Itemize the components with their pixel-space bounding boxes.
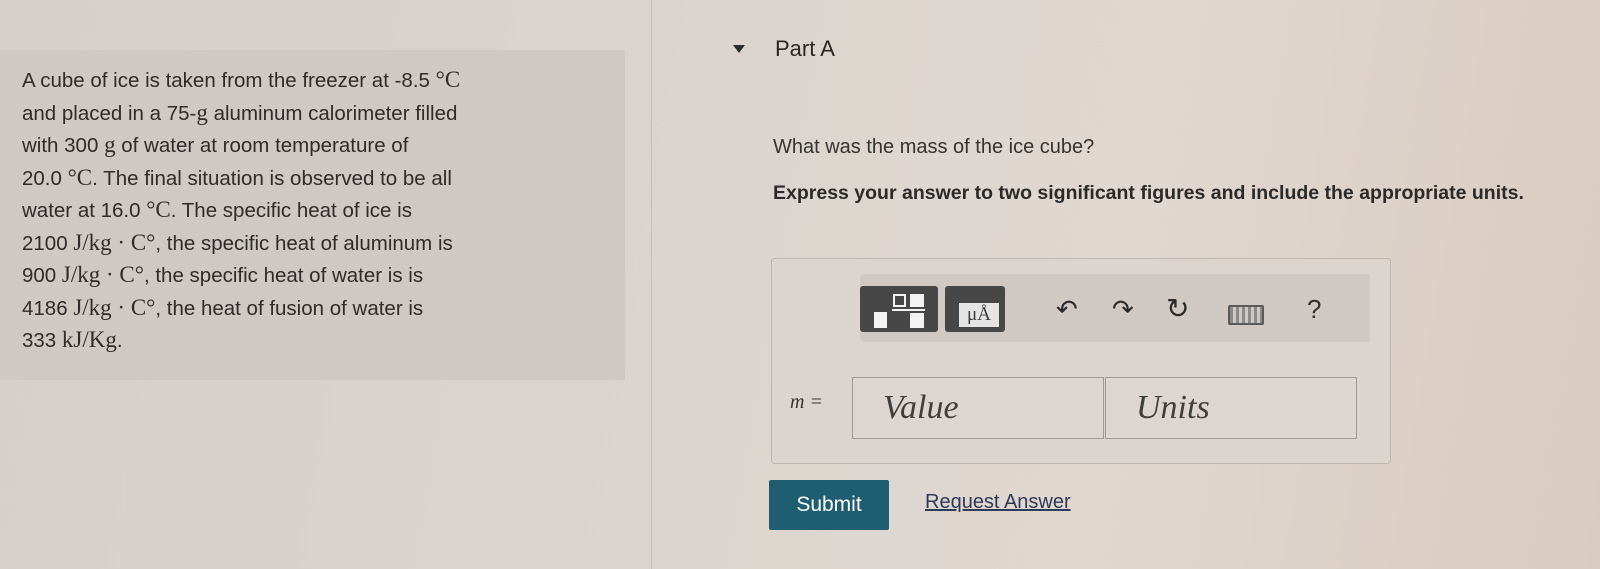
problem-statement: A cube of ice is taken from the freezer … bbox=[0, 50, 625, 380]
page: A cube of ice is taken from the freezer … bbox=[0, 0, 1600, 569]
question-text: What was the mass of the ice cube? bbox=[773, 136, 1095, 158]
submit-button[interactable]: Submit bbox=[769, 480, 889, 530]
help-icon[interactable]: ? bbox=[1307, 294, 1321, 324]
variable-label: m = bbox=[790, 391, 823, 413]
problem-line: A cube of ice is taken from the freezer … bbox=[22, 67, 461, 92]
caret-down-icon[interactable] bbox=[733, 45, 745, 53]
templates-button[interactable] bbox=[860, 286, 938, 332]
request-answer-link[interactable]: Request Answer bbox=[925, 491, 1071, 514]
answer-box: μÅ ↶ ↷ ↻ ? m = Value Units bbox=[771, 258, 1391, 464]
keyboard-icon[interactable] bbox=[1228, 305, 1264, 325]
reset-icon[interactable]: ↻ bbox=[1166, 294, 1189, 324]
panel-divider bbox=[651, 0, 652, 569]
units-input[interactable]: Units bbox=[1105, 377, 1357, 439]
redo-icon[interactable]: ↷ bbox=[1112, 294, 1134, 324]
problem-line: with 300 g of water at room temperature … bbox=[22, 132, 409, 157]
problem-line: 4186 J/kg · C°, the heat of fusion of wa… bbox=[22, 294, 424, 320]
problem-line: water at 16.0 °C. The specific heat of i… bbox=[22, 197, 412, 222]
math-toolbar: μÅ ↶ ↷ ↻ ? bbox=[860, 274, 1370, 342]
part-title: Part A bbox=[775, 36, 835, 61]
value-input[interactable]: Value bbox=[852, 377, 1104, 439]
units-icon: μÅ bbox=[959, 303, 999, 327]
units-button[interactable]: μÅ bbox=[945, 286, 1005, 332]
problem-line: 2100 J/kg · C°, the specific heat of alu… bbox=[22, 229, 453, 255]
undo-icon[interactable]: ↶ bbox=[1056, 294, 1078, 324]
problem-line: 900 J/kg · C°, the specific heat of wate… bbox=[22, 262, 424, 287]
part-a-header[interactable]: Part A bbox=[733, 36, 835, 62]
problem-line: and placed in a 75-g aluminum calorimete… bbox=[22, 99, 458, 125]
problem-line: 20.0 °C. The final situation is observed… bbox=[22, 164, 452, 190]
problem-line: 333 kJ/Kg. bbox=[22, 327, 123, 352]
answer-instructions: Express your answer to two significant f… bbox=[773, 182, 1524, 204]
